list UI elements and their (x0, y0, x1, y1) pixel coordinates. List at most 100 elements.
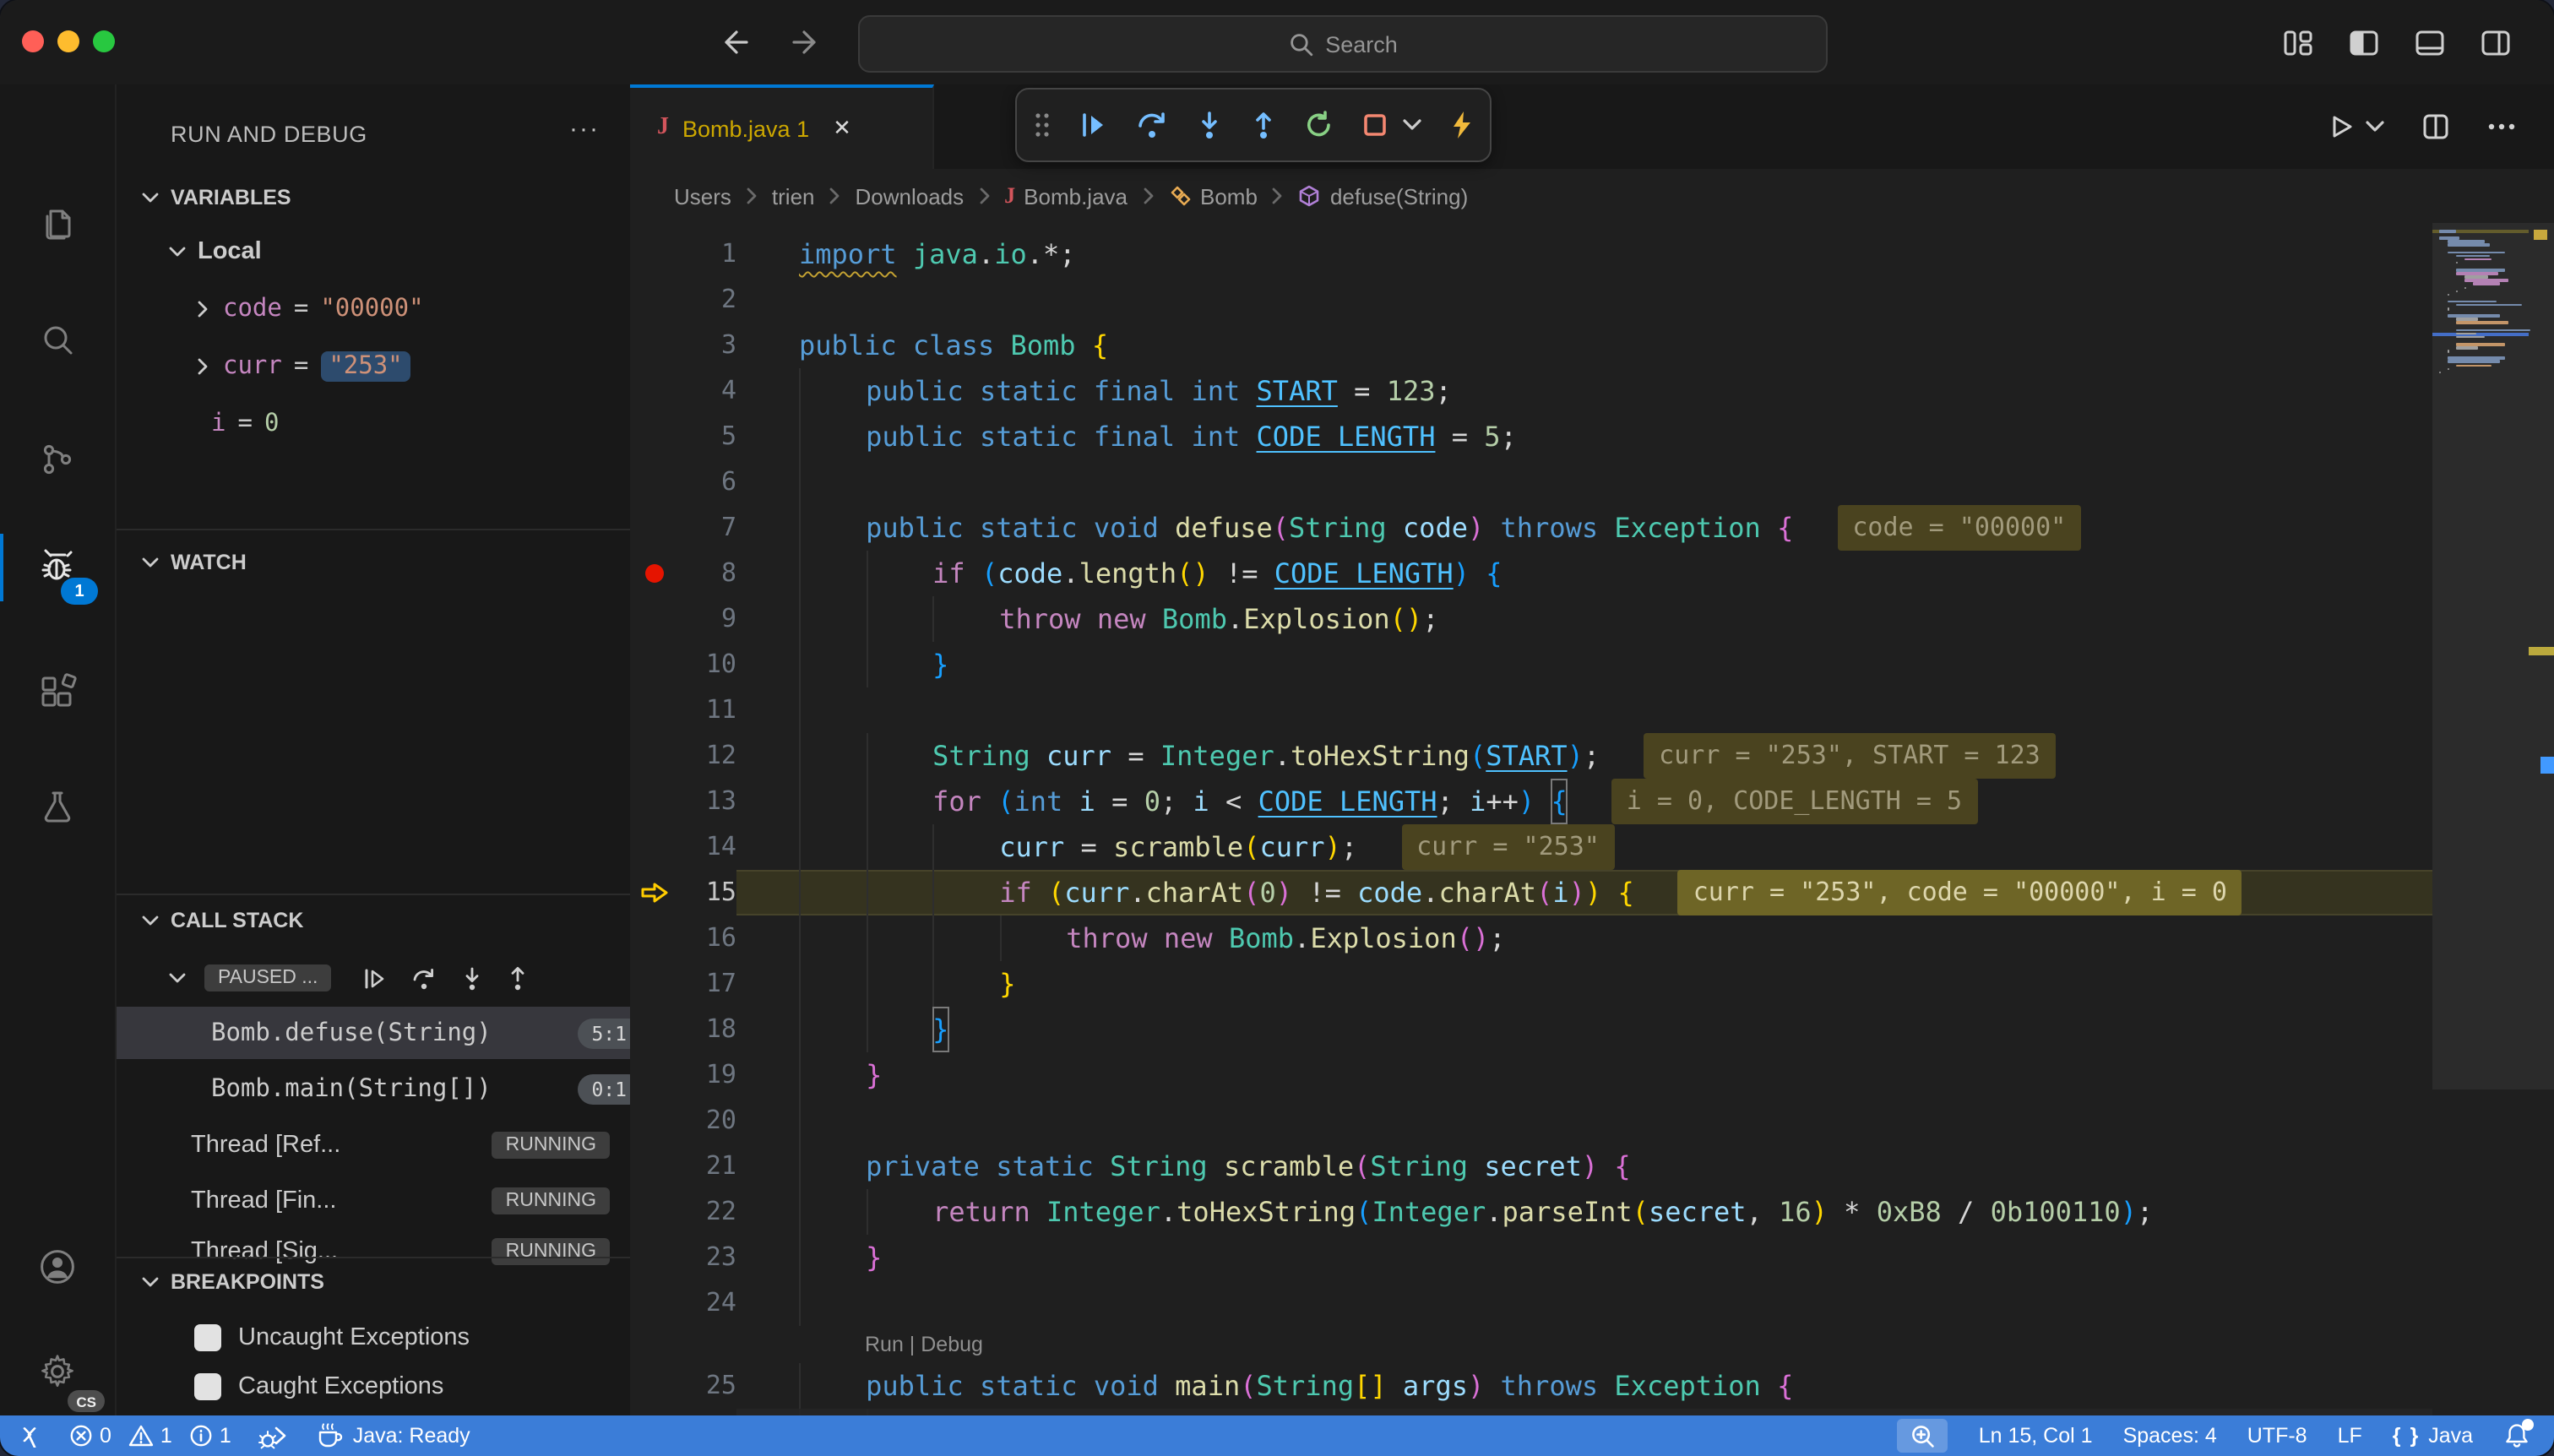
code-line-25[interactable]: 25public static void main(String[] args)… (630, 1363, 2432, 1409)
toggle-panel-icon[interactable] (2415, 30, 2444, 55)
stop-chevron-icon[interactable] (1402, 118, 1422, 132)
variable-i[interactable]: i=0 (117, 399, 630, 449)
code-line-22[interactable]: 22return Integer.toHexString(Integer.par… (630, 1189, 2432, 1235)
sidebar-more-actions-icon[interactable]: ··· (569, 115, 600, 144)
more-actions-icon[interactable] (2486, 122, 2517, 132)
checkbox-unchecked[interactable] (194, 1373, 221, 1400)
run-chevron-icon[interactable] (2365, 120, 2385, 133)
breadcrumb-bomb-java[interactable]: JBomb.java (1004, 182, 1128, 209)
code-line-23[interactable]: 23} (630, 1235, 2432, 1280)
step-into-button[interactable] (1196, 110, 1223, 140)
stop-button[interactable] (1361, 111, 1388, 139)
code-line-9[interactable]: 9throw new Bomb.Explosion(); (630, 596, 2432, 642)
breakpoint-item-1[interactable]: Uncaught Exceptions (117, 1312, 630, 1363)
restart-button[interactable] (1304, 110, 1334, 140)
code-line-7[interactable]: 7public static void defuse(String code) … (630, 505, 2432, 551)
code-line-4[interactable]: 4public static final int START = 123; (630, 368, 2432, 414)
code-line-17[interactable]: 17} (630, 961, 2432, 1007)
zoom-indicator[interactable] (1898, 1419, 1948, 1453)
extensions-icon[interactable] (0, 652, 115, 733)
code-line-13[interactable]: 13for (int i = 0; i < CODE_LENGTH; i++) … (630, 779, 2432, 824)
notifications-bell-icon[interactable] (2503, 1422, 2530, 1449)
continue-button[interactable] (1078, 110, 1108, 140)
breakpoint-item-3[interactable]: Bomb.java~/Dow...8 (117, 1409, 630, 1415)
close-tab-icon[interactable]: ✕ (833, 115, 851, 142)
variables-scope-local[interactable]: Local (117, 226, 630, 277)
breakpoint-item-2[interactable]: Caught Exceptions (117, 1361, 630, 1412)
hot-code-replace-button[interactable] (1449, 110, 1473, 140)
debug-session-icon[interactable] (258, 1423, 289, 1448)
checkbox-unchecked[interactable] (194, 1324, 221, 1351)
tab-bomb-java[interactable]: J Bomb.java 1 ✕ (630, 84, 934, 169)
stack-frame[interactable]: Bomb.main(String[])0:1 (117, 1062, 630, 1115)
code-line-10[interactable]: 10} (630, 642, 2432, 687)
testing-icon[interactable] (0, 767, 115, 848)
toggle-secondary-sidebar-icon[interactable] (2481, 30, 2510, 55)
minimize-window-button[interactable] (57, 30, 79, 52)
remote-indicator[interactable] (17, 1425, 42, 1447)
source-control-icon[interactable] (0, 419, 115, 500)
breadcrumb-trien[interactable]: trien (772, 183, 815, 209)
code-line-16[interactable]: 16throw new Bomb.Explosion(); (630, 915, 2432, 961)
line-content: public class Bomb { (736, 323, 2432, 368)
run-java-icon[interactable] (2328, 113, 2355, 140)
current-line-arrow-icon[interactable] (630, 870, 677, 915)
section-call-stack[interactable]: CALL STACK (117, 899, 630, 943)
section-breakpoints[interactable]: BREAKPOINTS (117, 1260, 630, 1304)
run-and-debug-icon[interactable]: 1 (0, 527, 115, 608)
split-editor-icon[interactable] (2422, 113, 2449, 140)
toggle-primary-sidebar-icon[interactable] (2350, 30, 2378, 55)
section-variables[interactable]: VARIABLES (117, 176, 630, 220)
code-line-20[interactable]: 20 (630, 1098, 2432, 1144)
code-line-12[interactable]: 12String curr = Integer.toHexString(STAR… (630, 733, 2432, 779)
code-line-1[interactable]: 1import java.io.*; (630, 231, 2432, 277)
code-line-14[interactable]: 14curr = scramble(curr);curr = "253" (630, 824, 2432, 870)
minimap-slider[interactable] (2432, 223, 2554, 1089)
breadcrumb-downloads[interactable]: Downloads (856, 183, 965, 209)
navigate-forward-icon[interactable] (791, 25, 824, 59)
code-line-18[interactable]: 18} (630, 1007, 2432, 1052)
thread-row[interactable]: Thread [Ref...RUNNING (117, 1120, 630, 1171)
code-line-11[interactable]: 11 (630, 687, 2432, 733)
call-stack-thread-main[interactable]: PAUSED ... (117, 953, 630, 1003)
code-line-5[interactable]: 5public static final int CODE_LENGTH = 5… (630, 414, 2432, 459)
explorer-icon[interactable] (0, 182, 115, 263)
eol-setting[interactable]: LF (2338, 1424, 2362, 1448)
code-line-2[interactable]: 2 (630, 277, 2432, 323)
breadcrumb-bomb[interactable]: Bomb (1168, 183, 1258, 209)
step-over-button[interactable] (1135, 110, 1169, 140)
search-icon[interactable] (0, 301, 115, 382)
breadcrumb-users[interactable]: Users (674, 183, 731, 209)
code-line-8[interactable]: 8if (code.length() != CODE_LENGTH) { (630, 551, 2432, 596)
indentation-setting[interactable]: Spaces: 4 (2123, 1424, 2217, 1448)
section-watch[interactable]: WATCH (117, 541, 630, 584)
language-mode[interactable]: { } Java (2393, 1424, 2473, 1448)
codelens-run-debug[interactable]: Run | Debug (630, 1326, 2432, 1363)
encoding-setting[interactable]: UTF-8 (2247, 1424, 2307, 1448)
code-editor[interactable]: 1import java.io.*;23public class Bomb {4… (630, 223, 2554, 1415)
code-line-24[interactable]: 24 (630, 1280, 2432, 1326)
customize-layout-icon[interactable] (2284, 30, 2312, 55)
breakpoint-dot[interactable] (630, 551, 677, 596)
java-status[interactable]: Java: Ready (316, 1422, 470, 1449)
problems-indicator[interactable]: 0 1 1 (69, 1424, 231, 1448)
account-icon[interactable] (0, 1226, 115, 1307)
breadcrumb-defuse-string-[interactable]: defuse(String) (1298, 183, 1468, 209)
thread-row[interactable]: Thread [Fin...RUNNING (117, 1176, 630, 1226)
code-line-3[interactable]: 3public class Bomb { (630, 323, 2432, 368)
variable-curr[interactable]: curr="253" (117, 341, 630, 392)
navigate-back-icon[interactable] (716, 25, 750, 59)
code-line-26[interactable]: 26System.out.println(); (630, 1409, 2432, 1415)
command-center-search[interactable]: Search (858, 15, 1828, 73)
code-line-15[interactable]: 15if (curr.charAt(0) != code.charAt(i)) … (630, 870, 2432, 915)
code-line-6[interactable]: 6 (630, 459, 2432, 505)
maximize-window-button[interactable] (93, 30, 115, 52)
step-out-button[interactable] (1250, 110, 1277, 140)
close-window-button[interactable] (22, 30, 44, 52)
settings-gear-icon[interactable]: CS (0, 1331, 115, 1412)
stack-frame[interactable]: Bomb.defuse(String)5:1 (117, 1007, 630, 1059)
cursor-position[interactable]: Ln 15, Col 1 (1979, 1424, 2093, 1448)
variable-code[interactable]: code="00000" (117, 284, 630, 334)
code-line-21[interactable]: 21private static String scramble(String … (630, 1144, 2432, 1189)
code-line-19[interactable]: 19} (630, 1052, 2432, 1098)
